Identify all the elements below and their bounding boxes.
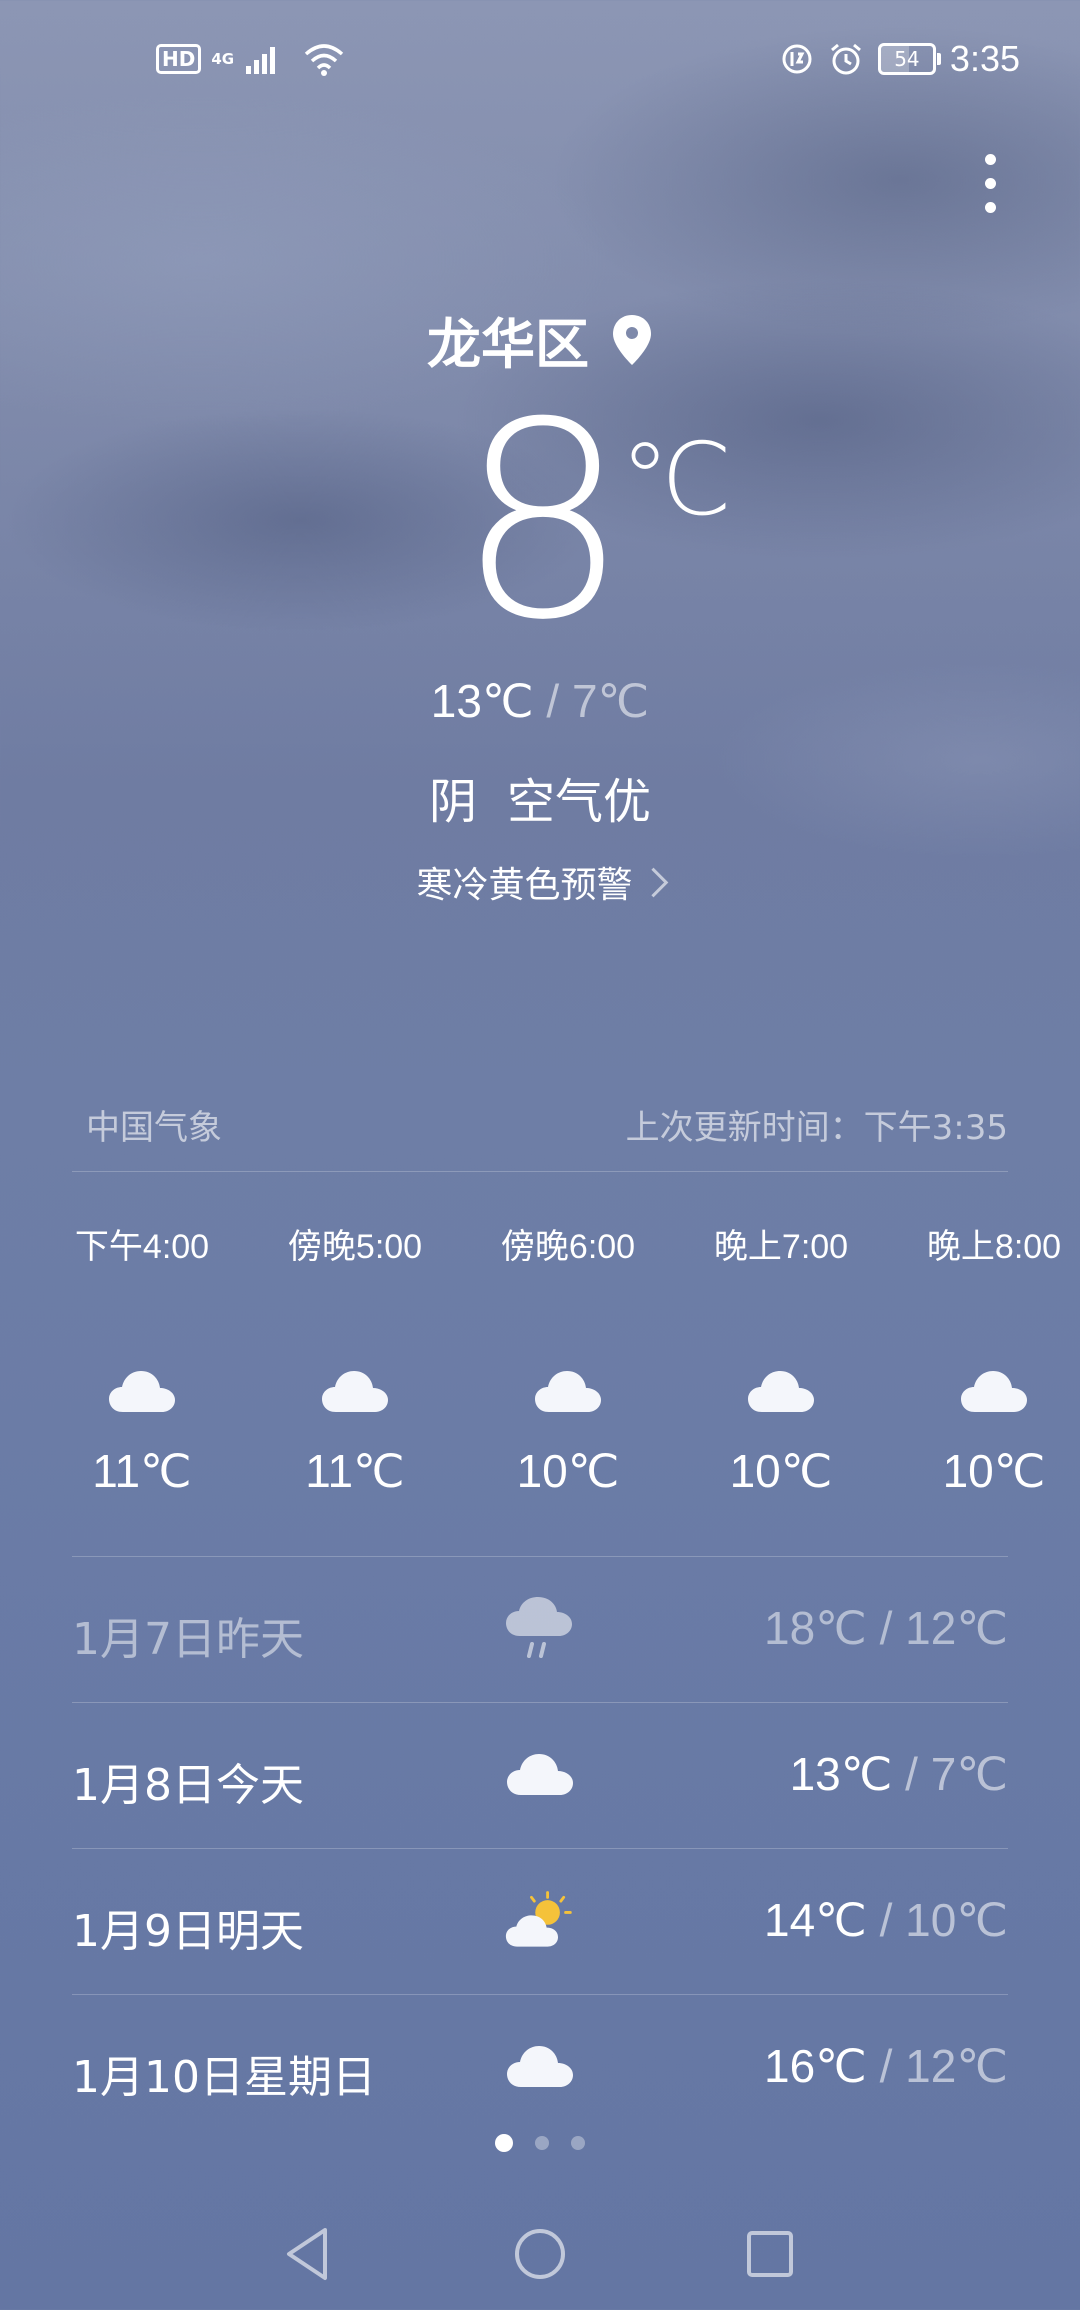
hourly-item: 傍晚5:00 11℃ <box>249 1222 461 1498</box>
page-dot <box>535 2136 549 2150</box>
temperature-unit: ℃ <box>620 421 733 538</box>
rain-cloud-icon <box>504 1593 576 1665</box>
day-temp-range: 18℃ / 12℃ <box>764 1601 1008 1655</box>
data-provider: 中国气象 <box>86 1108 222 1148</box>
daily-row-tomorrow[interactable]: 1月9日明天 14℃ / 10℃ <box>72 1848 1008 1994</box>
air-quality: 空气优 <box>507 774 652 830</box>
today-low: 7℃ <box>571 675 650 727</box>
day-high: 18℃ <box>764 1602 867 1654</box>
current-temperature-block: 8 ℃ <box>0 364 1080 679</box>
day-sep: / <box>892 1748 931 1800</box>
hour-temp: 10℃ <box>942 1445 1046 1497</box>
partly-sunny-icon <box>504 1885 576 1957</box>
day-label: 1月10日星期日 <box>72 2052 376 2103</box>
high-low-separator: / <box>533 675 572 727</box>
day-high: 16℃ <box>764 2040 867 2092</box>
chevron-right-icon <box>638 867 668 898</box>
hour-time: 下午4:00 <box>74 1228 210 1266</box>
day-low: 10℃ <box>905 1894 1008 1946</box>
current-temperature: 8 <box>457 364 629 679</box>
battery-indicator: 54 <box>877 43 941 75</box>
day-low: 12℃ <box>905 1602 1008 1654</box>
hd-badge: HD <box>156 44 202 74</box>
weather-condition: 阴空气优 <box>0 762 1080 832</box>
divider <box>72 1171 1008 1172</box>
day-sep: / <box>866 1894 906 1946</box>
page-dot <box>571 2136 585 2150</box>
wifi-icon <box>304 44 344 76</box>
cloudy-icon <box>462 1352 674 1432</box>
hour-time: 傍晚5:00 <box>287 1228 423 1266</box>
page-indicator <box>0 2134 1080 2152</box>
hour-time: 晚上7:00 <box>713 1228 849 1266</box>
location-pin-icon <box>613 314 651 365</box>
cloudy-icon <box>504 1739 576 1811</box>
hour-time: 晚上8:00 <box>926 1228 1062 1266</box>
home-circle-icon <box>515 2229 565 2279</box>
cloudy-icon <box>36 1352 248 1432</box>
day-low: 12℃ <box>905 2040 1008 2092</box>
day-temp-range: 14℃ / 10℃ <box>764 1893 1008 1947</box>
back-button[interactable] <box>278 2224 338 2284</box>
weather-alert-link[interactable]: 寒冷黄色预警 <box>0 856 1080 908</box>
hourly-item: 晚上8:00 10℃ <box>888 1222 1080 1498</box>
data-saver-icon <box>782 44 812 74</box>
day-temp-range: 16℃ / 12℃ <box>764 2039 1008 2093</box>
cloudy-icon <box>675 1352 887 1432</box>
day-sep: / <box>866 2040 906 2092</box>
cloudy-icon <box>888 1352 1080 1432</box>
hourly-item: 晚上7:00 10℃ <box>675 1222 887 1498</box>
hourly-forecast[interactable]: 下午4:00 11℃ 傍晚5:00 11℃ 傍晚6:00 10℃ 晚上7:00 … <box>0 1222 1080 1522</box>
day-label: 1月8日今天 <box>72 1760 304 1811</box>
day-sep: / <box>866 1602 906 1654</box>
recents-button[interactable] <box>740 2224 800 2284</box>
source-row: 中国气象 上次更新时间：下午3:35 <box>86 1100 1008 1149</box>
status-clock: 3:35 <box>949 38 1020 79</box>
battery-level: 54 <box>894 47 920 71</box>
recents-square-icon <box>747 2231 793 2277</box>
back-triangle-icon <box>287 2228 327 2280</box>
alarm-icon <box>830 43 861 75</box>
day-high: 14℃ <box>764 1894 867 1946</box>
day-high: 13℃ <box>789 1748 893 1800</box>
last-updated: 上次更新时间：下午3:35 <box>625 1108 1008 1148</box>
day-temp-range: 13℃ / 7℃ <box>790 1747 1008 1801</box>
alert-text: 寒冷黄色预警 <box>416 865 633 906</box>
day-low: 7℃ <box>930 1748 1008 1800</box>
network-type: 4G <box>211 50 235 68</box>
hour-temp: 11℃ <box>305 1445 405 1497</box>
home-button[interactable] <box>510 2224 570 2284</box>
day-label: 1月7日昨天 <box>72 1614 304 1665</box>
page-dot-active <box>495 2134 513 2152</box>
today-high: 13℃ <box>430 675 534 727</box>
status-bar: HD 4G 54 3:35 <box>0 0 1080 120</box>
hour-temp: 10℃ <box>729 1445 833 1497</box>
daily-row-yesterday[interactable]: 1月7日昨天 18℃ / 12℃ <box>72 1556 1008 1702</box>
status-right: 54 3:35 <box>780 38 1020 80</box>
day-label: 1月9日明天 <box>72 1906 304 1957</box>
hour-temp: 11℃ <box>92 1445 192 1497</box>
hourly-item: 傍晚6:00 10℃ <box>462 1222 674 1498</box>
status-left: HD 4G <box>156 42 346 76</box>
daily-forecast: 1月7日昨天 18℃ / 12℃ 1月8日今天 13℃ / 7℃ 1月9日明天 <box>72 1556 1008 2140</box>
hourly-item: 下午4:00 11℃ <box>36 1222 248 1498</box>
navigation-bar <box>0 2204 1080 2304</box>
cloudy-icon <box>249 1352 461 1432</box>
hour-temp: 10℃ <box>516 1445 620 1497</box>
daily-row-today[interactable]: 1月8日今天 13℃ / 7℃ <box>72 1702 1008 1848</box>
more-menu-icon[interactable] <box>980 154 1000 214</box>
hour-time: 傍晚6:00 <box>500 1228 636 1266</box>
daily-row-sunday[interactable]: 1月10日星期日 16℃ / 12℃ <box>72 1994 1008 2140</box>
condition-text: 阴 <box>428 774 477 830</box>
signal-icon <box>246 47 276 74</box>
cloudy-icon <box>504 2031 576 2103</box>
today-high-low: 13℃ / 7℃ <box>0 674 1080 728</box>
